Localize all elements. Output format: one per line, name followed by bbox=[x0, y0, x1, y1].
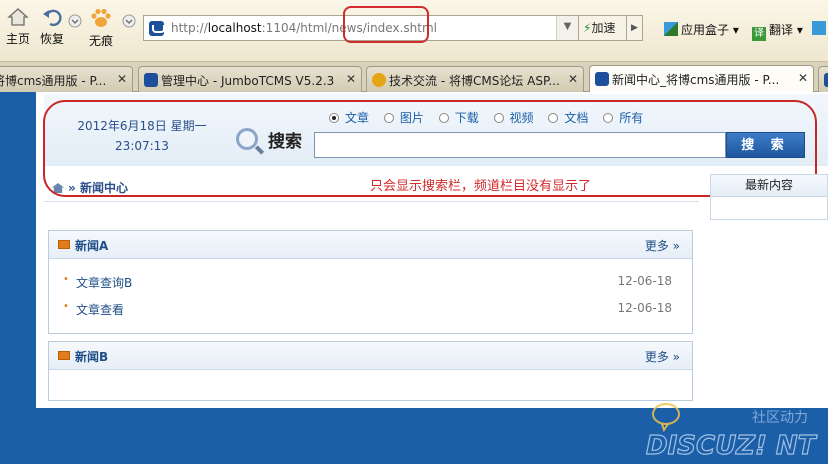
paw-icon bbox=[91, 8, 111, 27]
box-icon bbox=[58, 351, 70, 360]
news-box-header: 新闻A 更多 » bbox=[49, 231, 692, 259]
site-favicon-icon bbox=[149, 21, 165, 36]
browser-toolbar: 主页 恢复 无痕 http://localhost:1104/html/news… bbox=[0, 0, 828, 62]
news-box-title: 新闻B bbox=[75, 350, 109, 364]
notrace-button[interactable]: 无痕 bbox=[89, 6, 113, 49]
tab-bar: 将博cms通用版 - P... ✕ 管理中心 - JumboTCMS V5.2.3… bbox=[0, 62, 828, 93]
article-link[interactable]: 文章查看 bbox=[76, 301, 124, 318]
box-icon bbox=[58, 240, 70, 249]
more-link[interactable]: 更多 » bbox=[645, 348, 680, 365]
restore-icon bbox=[43, 9, 62, 27]
watermark-top-text: 社区动力 bbox=[752, 410, 808, 426]
list-item: • 文章查询B 12-06-18 bbox=[49, 268, 692, 295]
appbox-icon bbox=[664, 22, 678, 36]
home-button[interactable]: 主页 bbox=[6, 6, 30, 47]
url-highlight-ellipse bbox=[343, 6, 429, 43]
close-icon[interactable]: ✕ bbox=[798, 71, 808, 85]
discuz-watermark-logo: 社区动力 DISCUZ! NT bbox=[645, 403, 818, 460]
site-icon bbox=[595, 72, 609, 86]
translate-button[interactable]: 译翻译 ▾ bbox=[752, 21, 803, 41]
latest-content-panel: 最新内容 bbox=[710, 174, 828, 220]
more-link[interactable]: 更多 » bbox=[645, 237, 680, 254]
speed-button[interactable]: ⚡加速 bbox=[579, 15, 627, 41]
bullet-icon: • bbox=[63, 274, 69, 285]
news-box-a: 新闻A 更多 » • 文章查询B 12-06-18 • 文章查看 12-06-1… bbox=[48, 230, 693, 334]
tab-4-active[interactable]: 新闻中心_将博cms通用版 - P... ✕ bbox=[589, 65, 814, 93]
highlight-ellipse bbox=[43, 100, 817, 197]
page-content: 2012年6月18日 星期一 23:07:13 文章 图片 下载 视频 文档 所… bbox=[36, 92, 828, 408]
close-icon[interactable]: ✕ bbox=[568, 72, 578, 86]
tab-5[interactable] bbox=[818, 66, 828, 92]
home-label: 主页 bbox=[6, 32, 31, 46]
tab-1[interactable]: 将博cms通用版 - P... ✕ bbox=[0, 66, 133, 92]
toolbar-overflow-icon[interactable] bbox=[812, 21, 828, 36]
news-box-title: 新闻A bbox=[75, 239, 109, 253]
site-icon bbox=[144, 73, 158, 87]
news-box-header: 新闻B 更多 » bbox=[49, 342, 692, 370]
bullet-icon: • bbox=[63, 301, 69, 312]
list-item: • 文章查看 12-06-18 bbox=[49, 295, 692, 322]
news-box-b: 新闻B 更多 » bbox=[48, 341, 693, 401]
history-dropdown-icon[interactable] bbox=[68, 14, 82, 28]
close-icon[interactable]: ✕ bbox=[346, 72, 356, 86]
star-icon bbox=[372, 73, 386, 87]
go-arrow-icon[interactable]: ▶ bbox=[627, 15, 643, 41]
article-date: 12-06-18 bbox=[617, 301, 672, 315]
restore-button[interactable]: 恢复 bbox=[40, 6, 64, 47]
restore-label: 恢复 bbox=[40, 32, 65, 46]
watermark-bottom-text: DISCUZ! NT bbox=[646, 431, 818, 460]
close-icon[interactable]: ✕ bbox=[117, 72, 127, 86]
tab-3[interactable]: 技术交流 - 将博CMS论坛 ASP... ✕ bbox=[366, 66, 584, 92]
home-icon bbox=[7, 8, 29, 26]
notrace-dropdown-icon[interactable] bbox=[122, 14, 136, 28]
translate-icon: 译 bbox=[752, 27, 766, 41]
appbox-button[interactable]: 应用盒子 ▾ bbox=[664, 21, 739, 38]
article-date: 12-06-18 bbox=[617, 274, 672, 288]
latest-content-title: 最新内容 bbox=[711, 175, 827, 197]
article-link[interactable]: 文章查询B bbox=[76, 274, 132, 291]
address-dropdown-icon[interactable]: ▼ bbox=[556, 16, 578, 40]
notrace-label: 无痕 bbox=[89, 34, 114, 48]
tab-2[interactable]: 管理中心 - JumboTCMS V5.2.3 ✕ bbox=[138, 66, 362, 92]
site-icon bbox=[824, 73, 828, 87]
